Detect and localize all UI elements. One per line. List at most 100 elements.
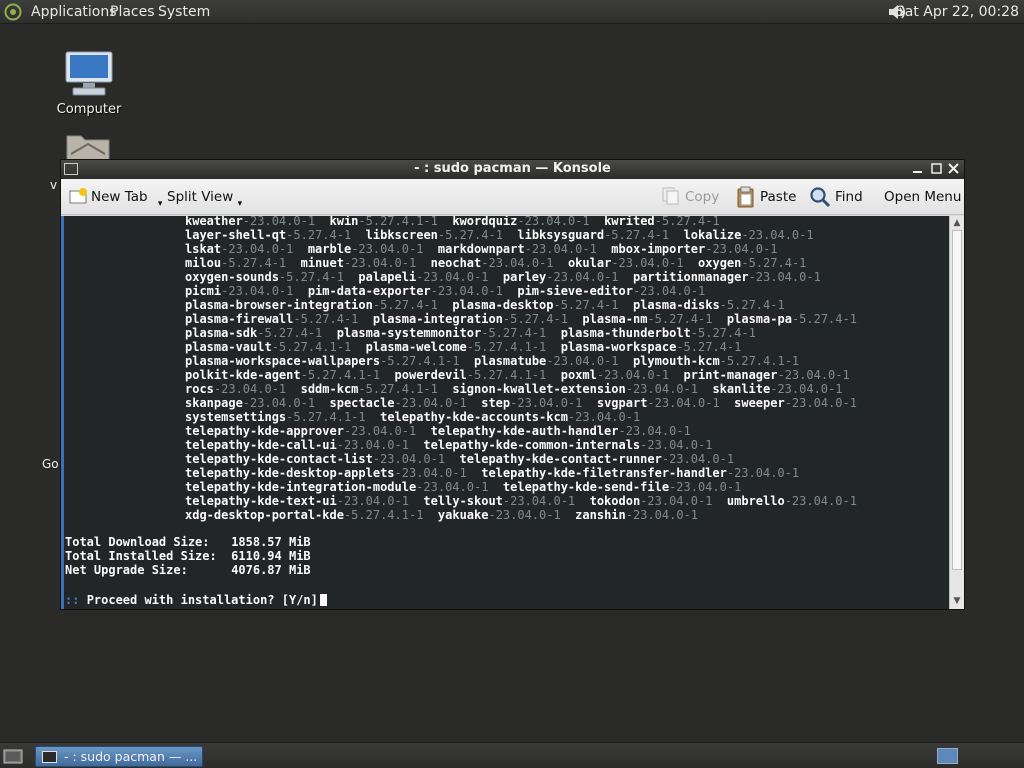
- places-menu[interactable]: Places: [110, 3, 155, 21]
- summary-value: 6110.94 MiB: [231, 549, 311, 563]
- find-button[interactable]: Find: [809, 187, 863, 208]
- package-name: powerdevil: [394, 368, 467, 382]
- package-name: palapeli: [358, 270, 417, 284]
- package-version: -23.04.0-1: [343, 256, 417, 270]
- package-name: telepathy-kde-text-ui: [185, 494, 337, 508]
- desktop-icon-computer[interactable]: Computer: [54, 50, 124, 117]
- package-version: -23.04.0-1: [394, 396, 467, 410]
- konsole-window: - : sudo pacman — Konsole New Tab ▾ Spli…: [60, 159, 965, 610]
- taskbar-item-konsole[interactable]: - : sudo pacman — ...: [35, 746, 203, 767]
- close-icon[interactable]: [947, 162, 960, 175]
- package-name: picmi: [185, 284, 222, 298]
- package-version: -5.27.4.1-1: [380, 354, 460, 368]
- prompt-text: Proceed with installation? [Y/n]: [86, 593, 318, 607]
- open-menu-button[interactable]: Open Menu: [884, 188, 961, 206]
- taskbar-item-label: - : sudo pacman — ...: [64, 749, 198, 764]
- terminal-output[interactable]: kweather-23.04.0-1 kwin-5.27.4.1-1 kword…: [61, 216, 949, 609]
- text-cursor: [319, 594, 327, 606]
- copy-button[interactable]: Copy: [661, 187, 720, 206]
- computer-icon: [65, 51, 113, 96]
- package-name: plymouth-kcm: [632, 354, 720, 368]
- scroll-down-icon[interactable]: ▼: [952, 596, 962, 606]
- terminal-line: rocs-23.04.0-1 sddm-kcm-5.27.4.1-1 signo…: [185, 382, 857, 396]
- vertical-scrollbar[interactable]: ▲ ▼: [949, 216, 964, 609]
- new-tab-button[interactable]: New Tab ▾: [69, 188, 162, 209]
- package-version: -23.04.0-1: [416, 270, 489, 284]
- package-name: signon-kwallet-extension: [452, 382, 626, 396]
- chevron-down-icon[interactable]: ▾: [158, 199, 163, 209]
- chevron-down-icon[interactable]: ▾: [238, 199, 243, 209]
- package-version: -23.04.0-1: [510, 396, 583, 410]
- package-version: -5.27.4-1: [437, 228, 503, 242]
- konsole-toolbar: New Tab ▾ Split View ▾ Copy Paste Find O…: [61, 179, 964, 215]
- terminal-line: telepathy-kde-desktop-applets-23.04.0-1 …: [185, 466, 857, 480]
- folder-icon: [66, 135, 110, 163]
- minimize-icon[interactable]: [911, 162, 924, 175]
- package-version: -23.04.0-1: [416, 480, 489, 494]
- applications-menu[interactable]: Applications: [31, 3, 117, 21]
- package-version: -23.04.0-1: [351, 242, 424, 256]
- package-version: -23.04.0-1: [213, 382, 287, 396]
- show-desktop-icon[interactable]: [3, 747, 23, 765]
- paste-button[interactable]: Paste: [736, 186, 797, 208]
- package-name: xdg-desktop-portal-kde: [185, 508, 344, 522]
- terminal-line: plasma-vault-5.27.4.1-1 plasma-welcome-5…: [185, 340, 857, 354]
- summary-label: Total Download Size:: [65, 535, 210, 549]
- package-name: parley: [502, 270, 547, 284]
- package-name: kweather: [185, 216, 243, 228]
- package-name: telepathy-kde-filetransfer-handler: [481, 466, 727, 480]
- package-version: -23.04.0-1: [394, 466, 467, 480]
- paste-label: Paste: [760, 189, 797, 205]
- maximize-icon[interactable]: [930, 162, 943, 175]
- distro-logo-icon[interactable]: [4, 3, 22, 21]
- window-titlebar[interactable]: - : sudo pacman — Konsole: [61, 160, 964, 179]
- package-name: telepathy-kde-auth-handler: [430, 424, 619, 438]
- package-version: -23.04.0-1: [596, 368, 670, 382]
- package-version: -23.04.0-1: [741, 228, 814, 242]
- split-view-button[interactable]: Split View ▾: [167, 188, 243, 209]
- terminal-line: xdg-desktop-portal-kde-5.27.4.1-1 yakuak…: [185, 508, 857, 522]
- package-version: -23.04.0-1: [640, 494, 713, 508]
- summary-line: Total Installed Size: 6110.94 MiB: [65, 549, 311, 563]
- package-name: lskat: [185, 242, 222, 256]
- package-name: libkscreen: [365, 228, 438, 242]
- package-name: systemsettings: [185, 410, 287, 424]
- clock[interactable]: Sat Apr 22, 00:28: [896, 3, 1019, 21]
- workspace-switcher-icon[interactable]: [937, 748, 958, 764]
- package-name: marble: [307, 242, 352, 256]
- package-version: -23.04.0-1: [669, 480, 742, 494]
- package-name: umbrello: [726, 494, 785, 508]
- package-version: -23.04.0-1: [632, 284, 706, 298]
- package-version: -5.27.4-1: [676, 340, 742, 354]
- package-version: -5.27.4.1-1: [719, 354, 800, 368]
- scroll-up-icon[interactable]: ▲: [952, 218, 962, 228]
- package-version: -5.27.4.1-1: [466, 368, 547, 382]
- package-version: -23.04.0-1: [625, 508, 698, 522]
- package-version: -5.27.4-1: [286, 228, 352, 242]
- package-version: -23.04.0-1: [524, 242, 597, 256]
- package-name: sweeper: [734, 396, 785, 410]
- package-version: -5.27.4-1: [604, 228, 670, 242]
- new-tab-label: New Tab: [91, 189, 148, 205]
- package-name: partitionmanager: [632, 270, 749, 284]
- package-name: plasma-desktop: [452, 298, 554, 312]
- package-name: plasma-browser-integration: [185, 298, 373, 312]
- terminal-line: telepathy-kde-integration-module-23.04.0…: [185, 480, 857, 494]
- package-name: telepathy-kde-contact-runner: [459, 452, 662, 466]
- package-name: zanshin: [575, 508, 626, 522]
- top-panel: Applications Places System Sat Apr 22, 0…: [0, 0, 1024, 24]
- package-name: oxygen-sounds: [185, 270, 279, 284]
- package-version: -5.27.4-1: [502, 312, 568, 326]
- package-version: -23.04.0-1: [784, 396, 857, 410]
- package-name: plasma-systemmonitor: [336, 326, 482, 340]
- package-version: -5.27.4-1: [654, 216, 720, 228]
- package-list: kweather-23.04.0-1 kwin-5.27.4.1-1 kword…: [185, 216, 857, 522]
- package-name: plasma-firewall: [185, 312, 294, 326]
- scrollbar-thumb[interactable]: [952, 230, 962, 570]
- package-version: -23.04.0-1: [611, 256, 684, 270]
- package-name: plasma-disks: [632, 298, 720, 312]
- copy-label: Copy: [685, 189, 720, 205]
- package-name: telly-skout: [423, 494, 503, 508]
- system-menu[interactable]: System: [158, 3, 210, 21]
- terminal-line: plasma-sdk-5.27.4-1 plasma-systemmonitor…: [185, 326, 857, 340]
